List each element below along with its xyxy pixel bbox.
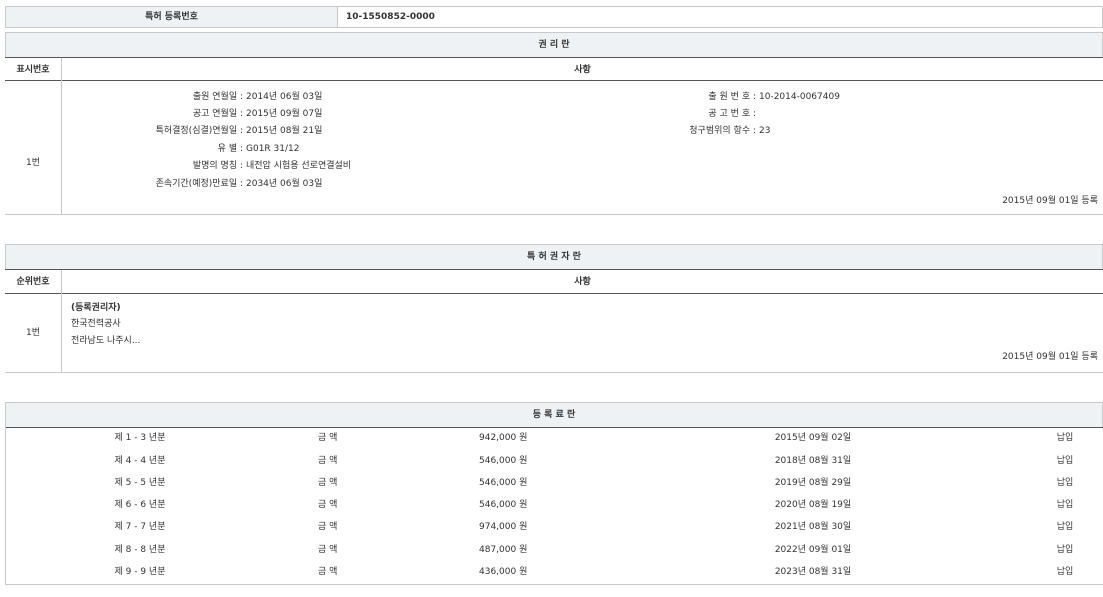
fee-date-3: 2019년 08월 29일 (763, 477, 863, 489)
owner-type: (등록권리자) (71, 302, 121, 314)
fees-bottom-border (5, 584, 1103, 585)
rights-left-label-2: 공고 연월일 : (62, 108, 243, 120)
reg-number-value: 10-1550852-0000 (346, 11, 435, 23)
fee-amount-7: 436,000 원 (479, 566, 527, 578)
fees-title: 등 록 료 란 (5, 409, 1103, 421)
fee-period-5: 제 7 - 7 년분 (90, 521, 190, 533)
rights-left-value-3: 2015년 08월 21일 (246, 125, 322, 137)
owners-bottom-border (5, 372, 1103, 373)
owner-address: 전라남도 나주시... (71, 335, 140, 347)
rights-left-value-1: 2014년 06월 03일 (246, 91, 322, 103)
fee-period-6: 제 8 - 8 년분 (90, 544, 190, 556)
fees-title-underline (5, 427, 1103, 428)
owners-row-num: 1번 (5, 327, 61, 339)
owners-reg-date: 2015년 09월 01일 등록 (800, 351, 1098, 363)
rights-left-label-5: 발명의 명칭 : (62, 160, 243, 172)
fee-date-6: 2022년 09월 01일 (763, 544, 863, 556)
rights-right-label-1: 출 원 번 호 : (560, 91, 756, 103)
owners-title: 특 허 권 자 란 (5, 251, 1103, 263)
fee-period-4: 제 6 - 6 년분 (90, 499, 190, 511)
fee-period-3: 제 5 - 5 년분 (90, 477, 190, 489)
fee-label-1: 금 액 (318, 432, 337, 444)
owner-name: 한국전력공사 (71, 318, 121, 330)
fee-label-3: 금 액 (318, 477, 337, 489)
fee-date-1: 2015년 09월 02일 (763, 432, 863, 444)
rights-left-label-1: 출원 연월일 : (62, 91, 243, 103)
fee-status-1: 납입 (1035, 432, 1095, 444)
fee-status-3: 납입 (1035, 477, 1095, 489)
owners-col-divider (61, 270, 62, 372)
rights-header-underline (5, 80, 1103, 81)
fee-label-2: 금 액 (318, 455, 337, 467)
owners-title-underline (5, 269, 1103, 270)
owners-col-detail: 사항 (62, 276, 1103, 288)
reg-number-label: 특허 등록번호 (5, 11, 338, 23)
rights-left-value-4: G01R 31/12 (246, 143, 299, 155)
rights-bottom-border (5, 214, 1103, 215)
fee-status-7: 납입 (1035, 566, 1095, 578)
fee-status-2: 납입 (1035, 455, 1095, 467)
fee-date-4: 2020년 08월 19일 (763, 499, 863, 511)
rights-col-num: 표시번호 (5, 64, 61, 76)
rights-row-num: 1번 (5, 157, 61, 169)
fee-label-4: 금 액 (318, 499, 337, 511)
fee-amount-5: 974,000 원 (479, 521, 527, 533)
fee-amount-4: 546,000 원 (479, 499, 527, 511)
rights-right-label-2: 공 고 번 호 : (560, 108, 756, 120)
fee-label-5: 금 액 (318, 521, 337, 533)
fee-date-2: 2018년 08월 31일 (763, 455, 863, 467)
rights-left-label-4: 유 별 : (62, 143, 243, 155)
rights-right-value-3: 23 (759, 125, 770, 137)
fee-amount-6: 487,000 원 (479, 544, 527, 556)
fee-period-1: 제 1 - 3 년분 (90, 432, 190, 444)
fee-date-5: 2021년 08월 30일 (763, 521, 863, 533)
fee-amount-1: 942,000 원 (479, 432, 527, 444)
rights-left-value-6: 2034년 06월 03일 (246, 178, 322, 190)
rights-left-value-2: 2015년 09월 07일 (246, 108, 322, 120)
fee-date-7: 2023년 08월 31일 (763, 566, 863, 578)
fee-amount-3: 546,000 원 (479, 477, 527, 489)
rights-title: 권 리 란 (5, 39, 1103, 51)
fees-left-border (5, 427, 6, 584)
owners-header-underline (5, 293, 1103, 294)
rights-left-label-3: 특허결정(심결)연월일 : (62, 125, 243, 137)
rights-right-value-1: 10-2014-0067409 (759, 91, 840, 103)
rights-left-value-5: 내전압 시험용 선로연결설비 (246, 160, 351, 172)
rights-reg-date: 2015년 09월 01일 등록 (800, 195, 1098, 207)
rights-title-underline (5, 57, 1103, 58)
fee-period-7: 제 9 - 9 년분 (90, 566, 190, 578)
rights-col-detail: 사항 (62, 64, 1103, 76)
reg-number-value-cell (337, 6, 1103, 28)
owners-col-num: 순위번호 (5, 276, 61, 288)
fee-status-4: 납입 (1035, 499, 1095, 511)
fee-status-6: 납입 (1035, 544, 1095, 556)
fee-period-2: 제 4 - 4 년분 (90, 455, 190, 467)
fee-label-6: 금 액 (318, 544, 337, 556)
fee-amount-2: 546,000 원 (479, 455, 527, 467)
rights-right-label-3: 청구범위의 항수 : (560, 125, 756, 137)
fee-status-5: 납입 (1035, 521, 1095, 533)
fee-label-7: 금 액 (318, 566, 337, 578)
rights-left-label-6: 존속기간(예정)만료일 : (62, 178, 243, 190)
